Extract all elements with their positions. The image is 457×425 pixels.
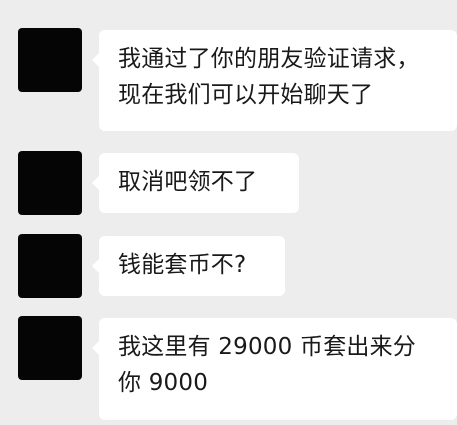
avatar[interactable]: [18, 316, 82, 380]
message-text-line: 你 9000: [118, 370, 209, 396]
message-bubble[interactable]: 我通过了你的朋友验证请求， 现在我们可以开始聊天了: [92, 30, 457, 131]
message-text-line: 我这里有 29000 币套出来分: [118, 334, 416, 360]
avatar[interactable]: [18, 151, 82, 215]
message-bubble[interactable]: 取消吧领不了: [92, 153, 299, 213]
message-bubble[interactable]: 钱能套币不?: [92, 236, 285, 296]
avatar[interactable]: [18, 28, 82, 92]
message-text-line: 我通过了你的朋友验证请求，: [118, 46, 420, 72]
message-bubble[interactable]: 我这里有 29000 币套出来分 你 9000: [92, 318, 457, 420]
message-text-line: 钱能套币不?: [118, 252, 247, 278]
chat-messages-area: 我通过了你的朋友验证请求， 现在我们可以开始聊天了 取消吧领不了 钱能套币不? …: [0, 0, 457, 425]
avatar[interactable]: [18, 234, 82, 298]
message-text-line: 取消吧领不了: [118, 169, 258, 195]
message-text-line: 现在我们可以开始聊天了: [118, 82, 374, 108]
